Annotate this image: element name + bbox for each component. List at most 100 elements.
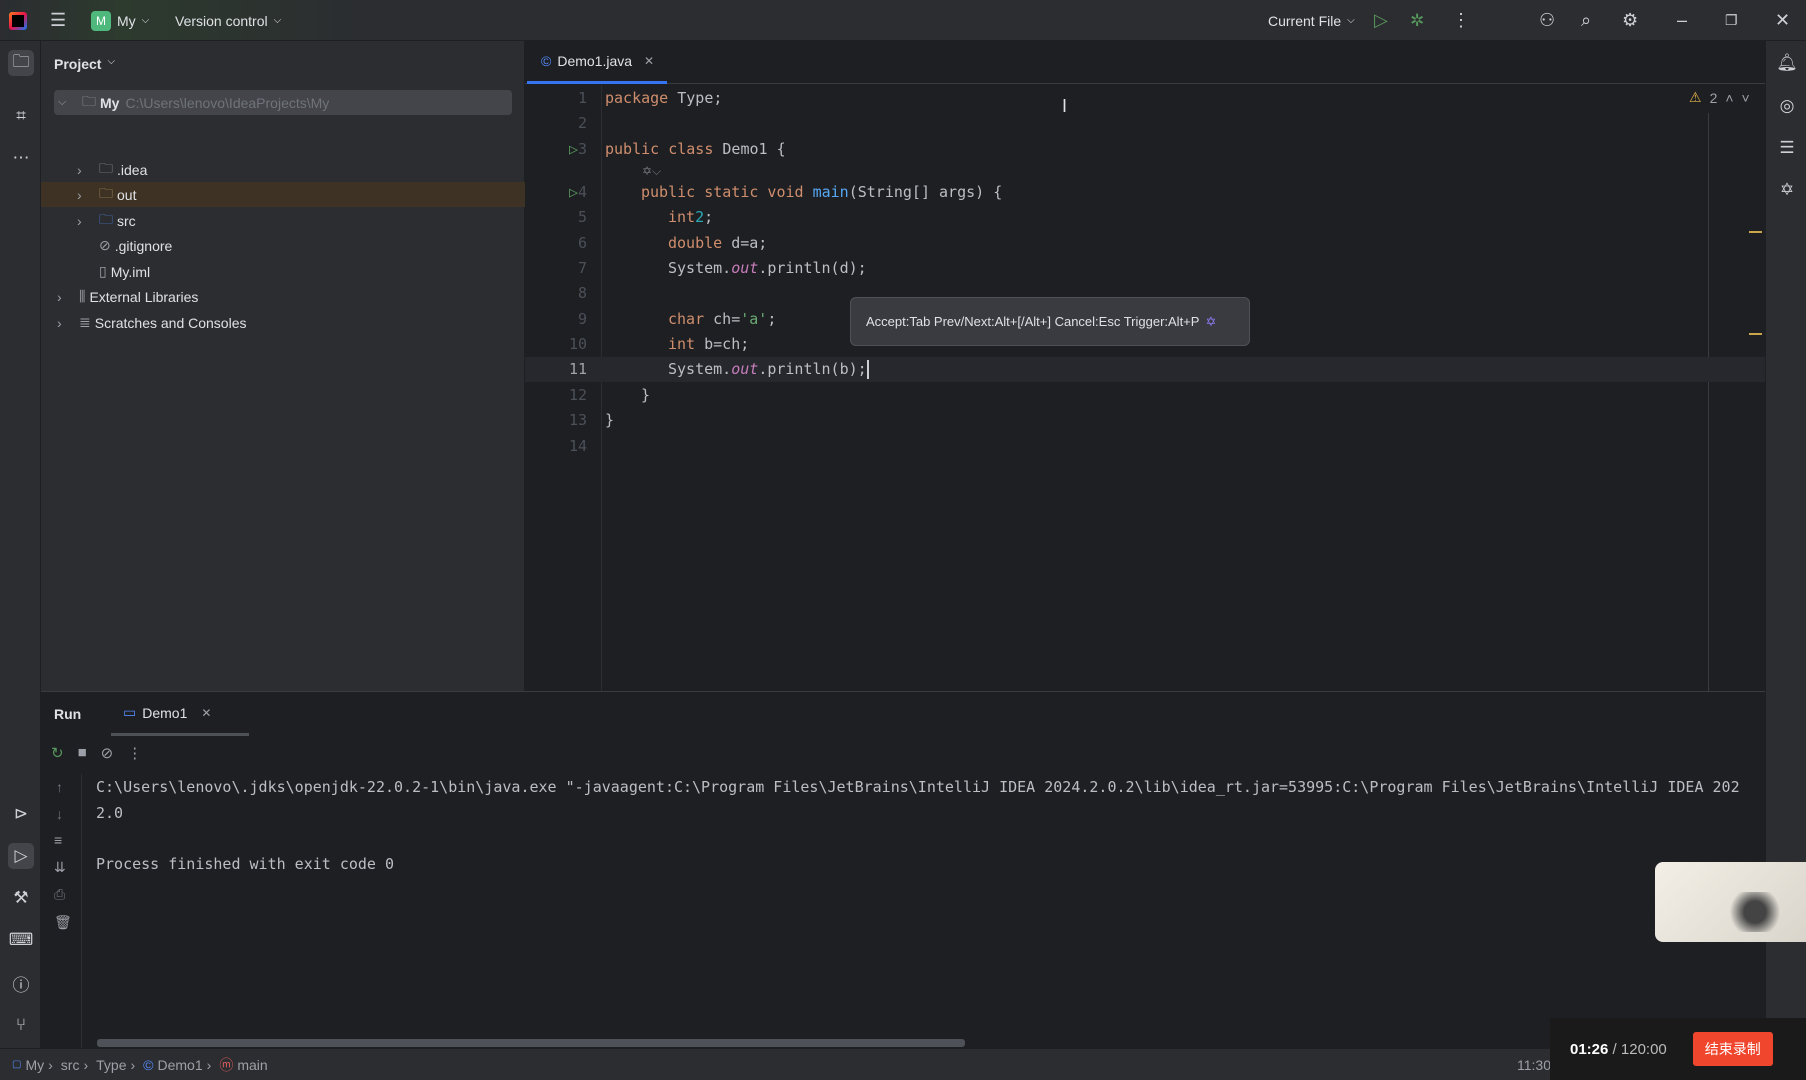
scratches-icon: ≣ (79, 314, 91, 330)
scroll-down-icon[interactable]: ↓ (56, 806, 63, 822)
tree-item-out[interactable]: › 🗀 out (41, 182, 525, 207)
code-line: 5 int2; (577, 208, 714, 226)
search-icon[interactable]: ⌕ (1581, 0, 1591, 41)
minimize-icon[interactable]: – (1677, 0, 1687, 41)
stop-icon[interactable]: ■ (78, 744, 87, 762)
code-line: 12} (568, 386, 651, 404)
soft-wrap-icon[interactable]: ≡ (54, 832, 62, 848)
debug-icon[interactable]: ✲ (1410, 0, 1424, 41)
ai-completion-hint: Accept:Tab Prev/Next:Alt+[/Alt+] Cancel:… (850, 297, 1250, 346)
tree-label: My (100, 94, 120, 111)
build-icon[interactable]: ⚒ (8, 885, 34, 911)
vcs-label: Version control (175, 12, 268, 29)
tree-label: External Libraries (89, 288, 199, 305)
rerun-icon[interactable]: ↻ (51, 744, 64, 762)
tree-item-src[interactable]: › 🗀 src (41, 208, 525, 233)
run-tab-demo1[interactable]: ▭ Demo1 ✕ (111, 692, 249, 736)
run-tab-label: Demo1 (142, 704, 188, 721)
hint-text: Accept:Tab Prev/Next:Alt+[/Alt+] Cancel:… (866, 314, 1200, 329)
run-panel-title: Run (54, 706, 82, 722)
copilot-icon[interactable]: ✡ (1774, 177, 1800, 203)
notifications-icon[interactable]: 🔔︎ (1774, 50, 1800, 76)
run-gutter-icon[interactable]: ▷ (569, 180, 578, 205)
tab-demo1-java[interactable]: © Demo1.java ✕ (527, 41, 667, 84)
print-icon[interactable]: ⎙ (54, 886, 65, 903)
stop-recording-button[interactable]: 结束录制 (1692, 1032, 1773, 1066)
breadcrumb-my[interactable]: ▢ My › (12, 1055, 53, 1075)
console-line: C:\Users\lenovo\.jdks\openjdk-22.0.2-1\b… (96, 778, 1740, 796)
run-config-label: Current File (1268, 12, 1342, 29)
more-icon[interactable]: ⋮ (1452, 0, 1470, 41)
add-user-icon[interactable]: ⚇ (1539, 0, 1555, 41)
screen-recorder-widget: 01:26 / 120:00 结束录制 (1550, 1018, 1806, 1080)
scroll-up-icon[interactable]: ↑ (56, 779, 63, 795)
terminal-icon[interactable]: ⌨ (8, 927, 34, 953)
project-selector[interactable]: M My ⌵ (91, 0, 149, 41)
breadcrumb-type[interactable]: Type › (96, 1055, 135, 1075)
text-caret (866, 360, 869, 379)
tree-label: src (117, 212, 136, 229)
breadcrumb-main[interactable]: ⓜ main (219, 1055, 267, 1075)
project-tool-icon[interactable]: 🗀 (8, 50, 34, 76)
tree-item-scratches[interactable]: › ≣ Scratches and Consoles (41, 310, 525, 335)
code-line: 3 ▷ public class Demo1 { (525, 137, 1765, 162)
ai-assistant-icon[interactable]: ◎ (1774, 93, 1800, 119)
settings-icon[interactable]: ⚙ (1622, 0, 1638, 41)
horizontal-scrollbar[interactable] (97, 1039, 965, 1047)
problems-icon[interactable]: ⓘ (8, 970, 34, 996)
close-tab-icon[interactable]: ✕ (201, 706, 211, 720)
chevron-down-icon: ⌵ (141, 15, 150, 26)
restore-icon[interactable]: ❐ (1725, 0, 1738, 41)
ai-inline-icon[interactable]: ✡⌵ (642, 164, 661, 179)
ai-icon[interactable]: ✡ (1205, 314, 1216, 330)
chevron-down-icon: ⌵ (273, 15, 282, 26)
editor-tabs: © Demo1.java ✕ (525, 41, 1765, 84)
iml-file-icon: ▯ (99, 263, 107, 279)
recorder-total: / 120:00 (1612, 1040, 1667, 1058)
scroll-to-end-icon[interactable]: ⇊ (54, 859, 66, 876)
project-panel-title[interactable]: Project ⌵ (54, 56, 115, 72)
services-icon[interactable]: ⊳ (8, 801, 34, 827)
mouse-cursor-icon: I (1062, 96, 1068, 116)
ignore-file-icon: ⊘ (99, 237, 111, 253)
intellij-logo-icon (9, 0, 27, 41)
attach-debugger-icon[interactable]: ⊘ (101, 744, 114, 762)
caret-position[interactable]: 11:30 (1517, 1057, 1551, 1073)
run-tool-icon[interactable]: ▷ (8, 843, 34, 869)
tree-item-idea[interactable]: › 🗀 .idea (41, 157, 525, 182)
run-gutter-icon[interactable]: ▷ (569, 137, 578, 162)
folder-icon: 🗀 (99, 159, 113, 176)
project-panel: Project ⌵ ⌵ 🗀 My C:\Users\lenovo\IdeaProje… (41, 41, 525, 691)
breadcrumb: ▢ My › src › Type › © Demo1 › ⓜ main (12, 1055, 276, 1075)
tree-item-external-libraries[interactable]: › ⫼ External Libraries (41, 284, 525, 309)
main-menu-icon[interactable]: ☰ (50, 0, 66, 41)
database-icon[interactable]: ☰ (1774, 135, 1800, 161)
code-line: 2 (577, 114, 587, 132)
java-class-icon: © (541, 53, 552, 69)
structure-tool-icon[interactable]: ⌗ (8, 103, 34, 129)
more-tools-icon[interactable]: ⋯ (8, 145, 34, 171)
close-tab-icon[interactable]: ✕ (644, 54, 654, 68)
tree-label: out (117, 186, 137, 203)
run-config-selector[interactable]: Current File ⌵ (1268, 0, 1355, 41)
run-panel: Run ▭ Demo1 ✕ ↻ ■ ⊘ ⋮ ↑ ↓ ≡ ⇊ ⎙ 🗑︎ C:\Users\l… (41, 691, 1765, 1049)
folder-excluded-icon: 🗀 (99, 184, 113, 201)
project-name: My (117, 12, 136, 29)
module-icon: 🗀 (82, 92, 96, 109)
tree-label: .idea (117, 161, 148, 178)
chevron-down-icon: ⌵ (107, 56, 116, 67)
source-folder-icon: 🗀 (99, 210, 113, 227)
tree-item-iml[interactable]: ▯ My.iml (41, 259, 525, 284)
vcs-selector[interactable]: Version control ⌵ (175, 0, 281, 41)
tree-label: My.iml (110, 263, 151, 280)
breadcrumb-demo1[interactable]: © Demo1 › (143, 1055, 211, 1075)
clear-all-icon[interactable]: 🗑︎ (54, 914, 72, 931)
tree-item-my[interactable]: ⌵ 🗀 My C:\Users\lenovo\IdeaProjects\My (54, 90, 512, 115)
close-window-icon[interactable]: ✕ (1775, 0, 1790, 41)
more-icon[interactable]: ⋮ (127, 744, 142, 762)
tree-item-gitignore[interactable]: ⊘ .gitignore (41, 233, 525, 258)
run-icon[interactable]: ▷ (1374, 0, 1388, 41)
breadcrumb-src[interactable]: src › (61, 1055, 88, 1075)
project-badge: M (91, 10, 111, 31)
git-icon[interactable]: ⑂ (8, 1012, 34, 1038)
